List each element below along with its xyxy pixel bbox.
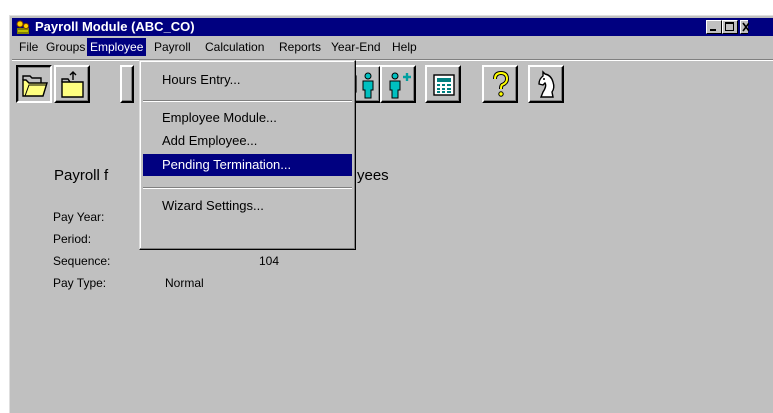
menu-help[interactable]: Help [389, 38, 420, 56]
menu-item-employee-module[interactable]: Employee Module... [143, 107, 352, 129]
minimize-icon [710, 29, 716, 31]
menu-file[interactable]: File [16, 38, 41, 56]
menu-item-add-employee[interactable]: Add Employee... [143, 130, 352, 152]
pay-year-label: Pay Year: [53, 210, 105, 224]
menu-calculation[interactable]: Calculation [202, 38, 267, 56]
menu-item-hours-entry[interactable]: Hours Entry... [143, 69, 352, 91]
close-button[interactable] [740, 20, 750, 34]
menu-employee[interactable]: Employee [87, 38, 147, 56]
period-label: Period: [53, 232, 92, 246]
employee-dropdown-menu: Hours Entry... Employee Module... Add Em… [139, 60, 356, 250]
toolbar-button-partial[interactable] [120, 65, 134, 103]
wizard-button[interactable] [528, 65, 564, 103]
menu-bar: File Groups Employee Payroll Calculation… [12, 37, 773, 57]
calculator-icon [433, 74, 455, 96]
menu-item-pending-termination[interactable]: Pending Termination... [143, 154, 352, 176]
title-bar[interactable]: Payroll Module (ABC_CO) [12, 18, 773, 36]
menu-item-wizard-settings[interactable]: Wizard Settings... [143, 195, 352, 217]
folder-up-icon [61, 71, 84, 98]
window-title: Payroll Module (ABC_CO) [35, 19, 195, 34]
open-button[interactable] [16, 65, 52, 103]
maximize-icon [725, 22, 734, 31]
menu-separator [143, 187, 352, 189]
payroll-heading: Payroll f [54, 167, 109, 184]
help-icon [493, 70, 510, 97]
payroll-heading-end: yees [357, 167, 389, 184]
add-employee-icon [389, 72, 411, 99]
pay-type-label: Pay Type: [53, 276, 107, 290]
close-icon [742, 22, 750, 32]
payroll-app-icon[interactable] [15, 19, 31, 35]
sequence-label: Sequence: [53, 254, 111, 268]
open-folder-icon [22, 75, 48, 97]
sequence-value: 104 [259, 254, 280, 268]
pay-type-value: Normal [165, 276, 204, 290]
calculator-button[interactable] [425, 65, 461, 103]
menu-groups[interactable]: Groups [43, 38, 88, 56]
payroll-window: Payroll Module (ABC_CO) File Groups Empl… [9, 15, 773, 413]
menu-payroll[interactable]: Payroll [151, 38, 194, 56]
menu-reports[interactable]: Reports [276, 38, 324, 56]
maximize-button[interactable] [722, 20, 738, 34]
menu-separator [143, 100, 352, 102]
menu-year-end[interactable]: Year-End [328, 38, 384, 56]
close-file-button[interactable] [54, 65, 90, 103]
toolbar-divider [12, 59, 773, 61]
add-employee-button[interactable] [380, 65, 416, 103]
help-button[interactable] [482, 65, 518, 103]
minimize-button[interactable] [706, 20, 722, 34]
wizard-knight-icon [538, 70, 555, 98]
